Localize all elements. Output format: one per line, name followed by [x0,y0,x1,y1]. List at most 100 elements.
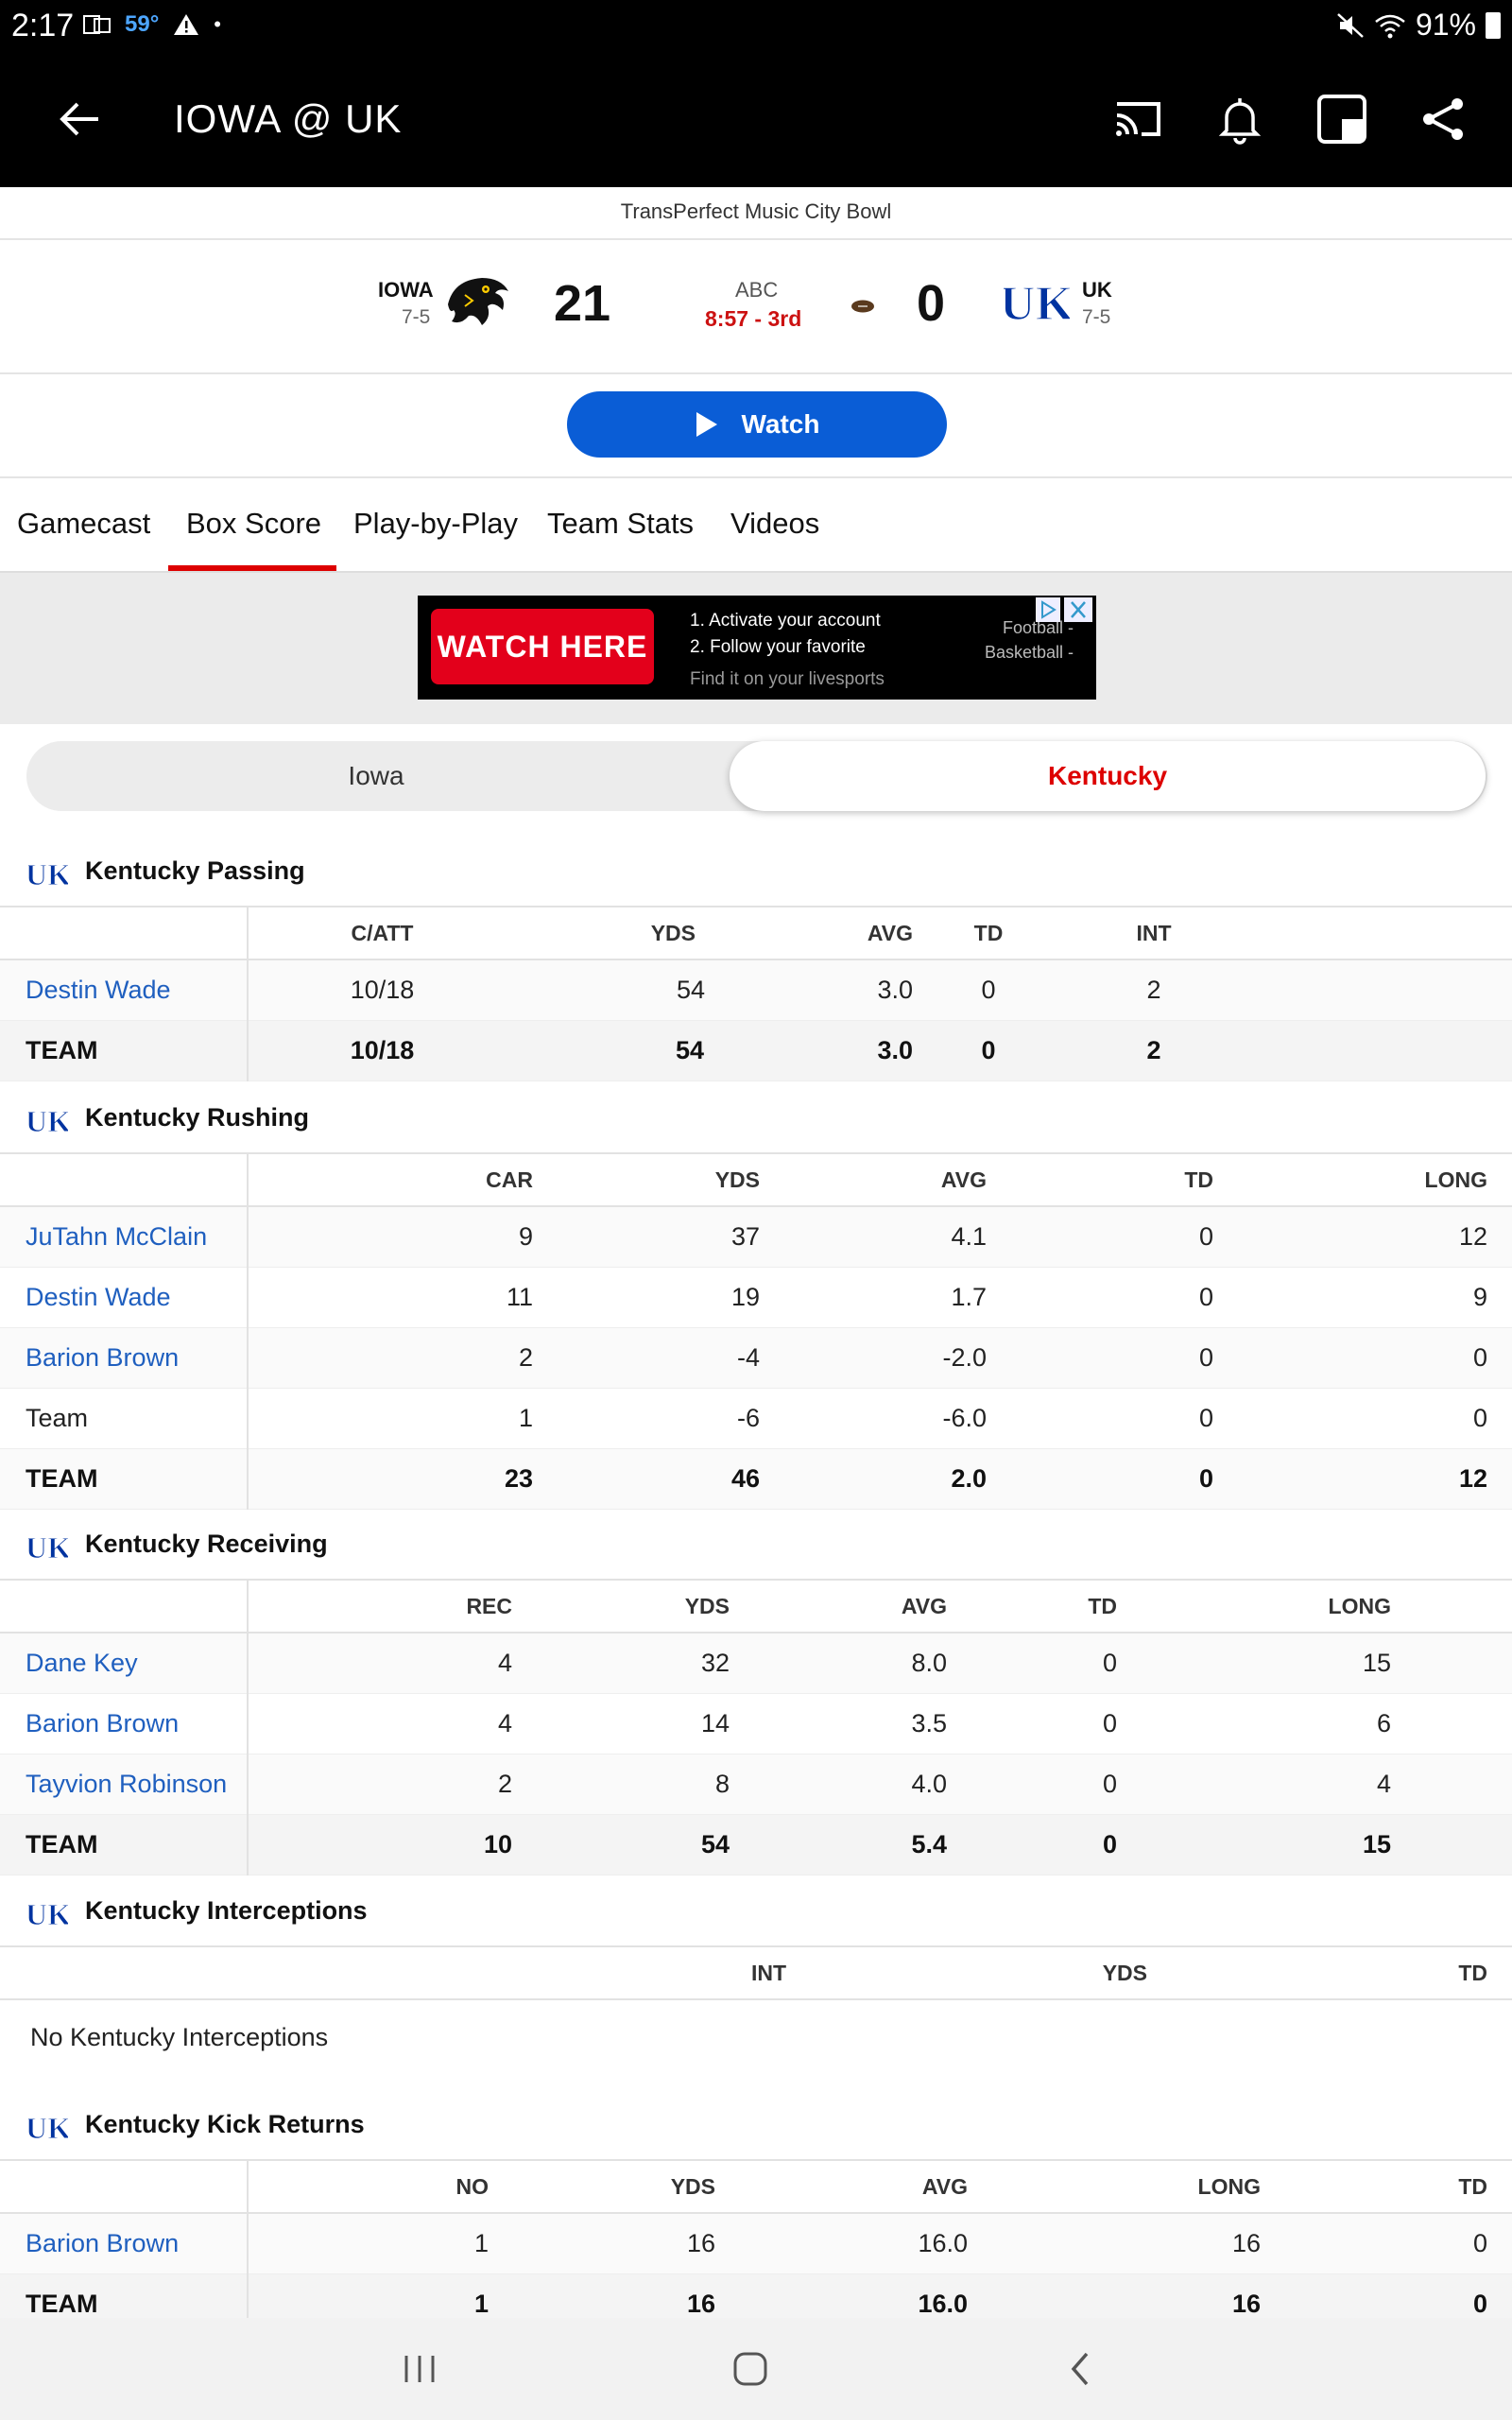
ad-banner[interactable]: WATCH HERE 1. Activate your account 2. F… [418,596,1096,700]
home-icon[interactable] [731,2350,769,2388]
tab-play-by-play[interactable]: Play-by-Play [353,507,518,541]
stat-cell: 0 [994,1206,1221,1268]
status-bar: 2:17 59° • 91% [0,0,1512,53]
tab-videos[interactable]: Videos [730,507,819,541]
stat-cell: 14 [522,1693,739,1754]
stat-cell: 9 [248,1206,541,1268]
stat-cell: 37 [541,1206,767,1268]
dot-icon: • [214,12,221,36]
table-header-row: C/ATT YDS AVG TD INT [0,906,1512,960]
hawkeye-logo-icon [448,278,508,325]
tab-box-score[interactable]: Box Score [186,507,321,541]
stat-cell: 0 [956,1693,1126,1754]
away-team-record: 7-5 [402,306,431,328]
toggle-kentucky[interactable]: Kentucky [730,741,1486,811]
stat-cell: 54 [516,1020,705,1081]
play-icon [696,412,717,437]
team-toggle: Iowa Kentucky [26,741,1487,811]
player-name-link[interactable]: Destin Wade [0,1267,249,1328]
stat-cell: 10 [248,1814,522,1876]
col-header: TD [956,1579,1126,1634]
table-row: JuTahn McClain 9 37 4.1 0 12 [0,1206,1512,1268]
stat-cell: 3.5 [739,1693,956,1754]
col-header: NO [248,2159,493,2214]
arrow-left-icon[interactable] [55,91,112,147]
ad-choices-icon[interactable] [1036,597,1060,622]
uk-logo-icon [28,1896,68,1930]
stat-cell: 0 [994,1327,1221,1389]
col-header: TD [994,1152,1221,1207]
bell-icon[interactable] [1211,91,1268,147]
page-title: IOWA @ UK [174,96,403,141]
stat-cell: 2 [1045,959,1263,1021]
stat-cell: 0 [994,1267,1221,1328]
rushing-title: Kentucky Rushing [85,1103,310,1132]
no-interceptions-message: No Kentucky Interceptions [30,2023,329,2051]
back-nav-icon[interactable] [1066,2350,1094,2388]
stat-cell: 10/18 [248,959,516,1021]
player-name-link[interactable]: Barion Brown [0,2213,249,2274]
table-row: Destin Wade 10/18 54 3.0 0 2 [0,959,1512,1021]
col-header: TD [1266,2159,1512,2214]
col-player [0,1152,249,1207]
warning-icon [174,14,199,35]
table-row: Destin Wade 11 19 1.7 0 9 [0,1267,1512,1328]
recent-apps-icon[interactable] [401,2352,438,2386]
player-name-link[interactable]: Dane Key [0,1633,249,1694]
kick-returns-section-header: Kentucky Kick Returns [0,2095,1512,2157]
col-player [0,1945,248,2000]
stat-cell: 8.0 [739,1633,956,1694]
status-time: 2:17 [11,8,75,43]
table-row: Dane Key 4 32 8.0 0 15 [0,1633,1512,1694]
picture-in-picture-icon[interactable] [1314,91,1370,147]
col-header: YDS [522,1579,739,1634]
tab-team-stats[interactable]: Team Stats [547,507,694,541]
col-header: LONG [1126,1579,1400,1634]
player-name-link[interactable]: Destin Wade [0,959,249,1021]
col-header: TD [932,906,1045,960]
col-header: AVG [739,1579,956,1634]
app-header: IOWA @ UK [0,53,1512,187]
table-row: Team 1 -6 -6.0 0 0 [0,1388,1512,1449]
stat-cell: 4 [248,1633,522,1694]
cast-icon[interactable] [1109,91,1166,147]
player-name-link[interactable]: Tayvion Robinson [0,1754,249,1815]
table-header-row: NO YDS AVG LONG TD [0,2159,1512,2214]
player-name-link[interactable]: JuTahn McClain [0,1206,249,1268]
col-header: INT [248,1945,796,2000]
player-name-link[interactable]: Barion Brown [0,1693,249,1754]
stat-cell: 0 [932,959,1045,1021]
table-header-row: CAR YDS AVG TD LONG [0,1152,1512,1207]
col-header: AVG [720,2159,973,2214]
stat-cell: 16.0 [720,2213,973,2274]
col-header: REC [248,1579,522,1634]
stat-cell: 3.0 [705,959,932,1021]
table-row: Barion Brown 1 16 16.0 16 0 [0,2213,1512,2274]
stat-cell: 0 [1266,2213,1512,2274]
watch-button[interactable]: Watch [567,391,947,458]
watch-button-label: Watch [741,409,820,439]
ad-cta[interactable]: WATCH HERE [431,609,654,684]
tab-gamecast[interactable]: Gamecast [17,507,150,541]
stat-cell: 0 [1221,1388,1512,1449]
col-header: LONG [973,2159,1266,2214]
stat-cell: 1 [248,1388,541,1449]
active-tab-indicator [168,565,336,571]
rushing-section-header: Kentucky Rushing [0,1088,1512,1150]
mute-icon [1337,12,1364,38]
home-team-record: 7-5 [1082,306,1111,328]
toggle-iowa[interactable]: Iowa [26,741,726,811]
broadcast-network: ABC [735,278,779,302]
col-header: YDS [493,2159,720,2214]
outlook-icon [83,15,111,34]
player-name-link[interactable]: Barion Brown [0,1327,249,1389]
interceptions-title: Kentucky Interceptions [85,1896,368,1925]
table-row: Tayvion Robinson 2 8 4.0 0 4 [0,1754,1512,1815]
share-icon[interactable] [1416,91,1472,147]
stat-cell: 0 [956,1814,1126,1876]
team-total-row: TEAM 10 54 5.4 0 15 [0,1814,1512,1876]
stat-cell: 4.0 [739,1754,956,1815]
scoreboard[interactable]: IOWA 7-5 21 ABC 8:57 - 3rd 0 UK UK 7-5 [0,240,1512,374]
passing-section-header: Kentucky Passing [0,841,1512,904]
close-ad-icon[interactable] [1064,597,1092,622]
